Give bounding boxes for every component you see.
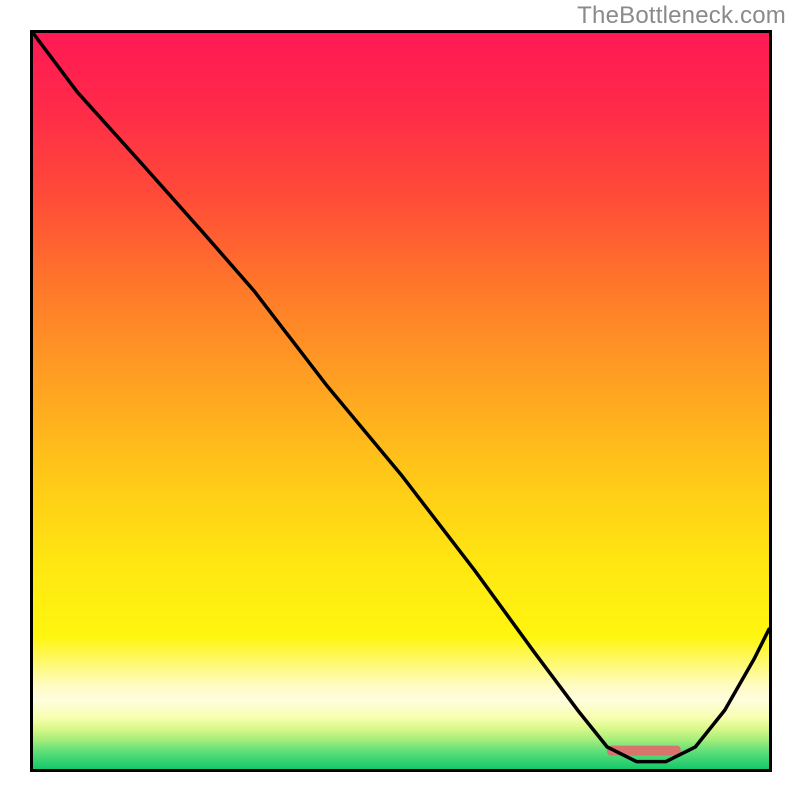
chart-overlay	[33, 33, 769, 769]
chart-container: TheBottleneck.com	[0, 0, 800, 800]
bottleneck-curve	[33, 33, 769, 762]
plot-area	[30, 30, 772, 772]
attribution-text: TheBottleneck.com	[577, 2, 786, 30]
